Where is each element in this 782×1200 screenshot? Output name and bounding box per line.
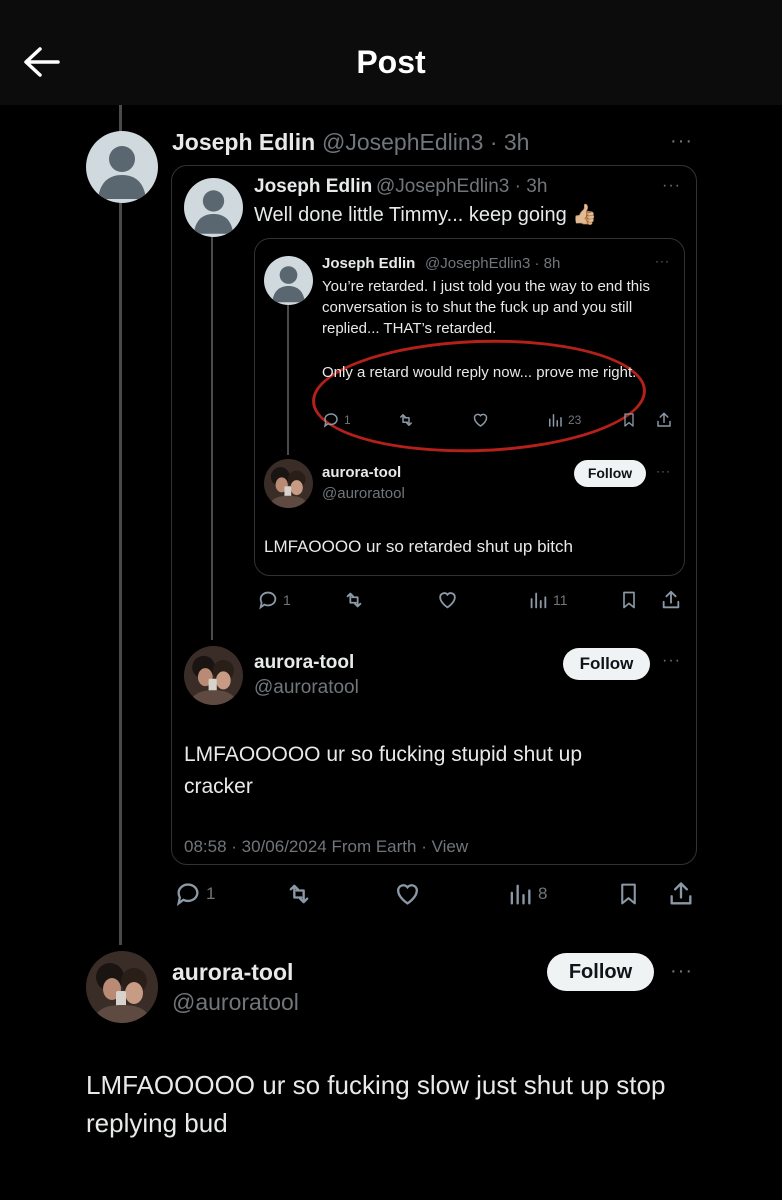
- repost-icon: [346, 592, 362, 608]
- views-count: 8: [538, 884, 548, 903]
- reply-author-handle[interactable]: @auroratool: [172, 989, 299, 1016]
- repost-button[interactable]: [396, 411, 416, 429]
- views-icon: [530, 592, 547, 609]
- views-icon: [549, 414, 562, 427]
- share-icon: [657, 412, 671, 427]
- reply-count: 1: [206, 884, 216, 903]
- circled-text: Only a retard would reply now... prove m…: [322, 364, 637, 381]
- heart-icon: [396, 884, 419, 905]
- repost-icon: [400, 414, 412, 426]
- views-count: 11: [553, 592, 568, 608]
- inner-author-meta[interactable]: @JosephEdlin3 · 8h: [425, 255, 560, 272]
- reply-count: 1: [344, 413, 351, 427]
- bookmark-button[interactable]: [616, 880, 641, 908]
- bookmark-button[interactable]: [619, 589, 639, 611]
- reply-button[interactable]: 1: [174, 880, 215, 908]
- reply-icon: [323, 413, 338, 428]
- bookmark-button[interactable]: [621, 411, 637, 429]
- repost-button[interactable]: [342, 589, 366, 611]
- inner-author-name[interactable]: Joseph Edlin: [322, 255, 415, 272]
- heart-icon: [439, 592, 456, 609]
- avatar[interactable]: [86, 951, 158, 1023]
- reply-count: 1: [283, 592, 291, 608]
- page-title: Post: [356, 44, 426, 80]
- views-button[interactable]: 11: [527, 589, 568, 611]
- share-button[interactable]: [655, 411, 673, 429]
- bookmark-icon: [621, 883, 636, 905]
- more-options-icon[interactable]: ···: [662, 177, 681, 195]
- reply-author-name[interactable]: aurora-tool: [322, 464, 401, 481]
- inner-reply-text: LMFAOOOO ur so retarded shut up bitch: [264, 537, 573, 556]
- author-meta[interactable]: @JosephEdlin3 · 3h: [322, 129, 529, 156]
- share-button[interactable]: [667, 880, 695, 908]
- bookmark-icon: [623, 591, 635, 609]
- reply-author-name[interactable]: aurora-tool: [172, 959, 293, 986]
- reply-button[interactable]: 1: [322, 411, 351, 429]
- like-button[interactable]: [393, 880, 422, 908]
- more-options-icon[interactable]: ···: [662, 652, 681, 670]
- share-button[interactable]: [660, 589, 682, 611]
- reply-icon: [259, 591, 277, 610]
- reply-button[interactable]: 1: [257, 589, 291, 611]
- more-options-icon[interactable]: ···: [670, 130, 693, 153]
- more-options-icon[interactable]: ···: [655, 254, 670, 268]
- thread-line: [119, 105, 122, 945]
- quote-thread-line: [211, 235, 213, 640]
- reply-icon: [176, 883, 199, 907]
- views-button[interactable]: 8: [506, 880, 547, 908]
- reply-author-handle[interactable]: @auroratool: [322, 485, 405, 502]
- bookmark-icon: [624, 413, 634, 427]
- follow-button[interactable]: Follow: [574, 460, 646, 487]
- reply-author-handle[interactable]: @auroratool: [254, 677, 359, 699]
- quote-reply-text: LMFAOOOOO ur so fucking stupid shut up c…: [184, 743, 583, 798]
- reply-text: LMFAOOOOO ur so fucking slow just shut u…: [86, 1070, 666, 1138]
- more-options-icon[interactable]: ···: [656, 464, 671, 478]
- heart-icon: [473, 413, 488, 427]
- follow-button[interactable]: Follow: [547, 953, 654, 991]
- avatar[interactable]: [86, 131, 158, 203]
- repost-button[interactable]: [284, 880, 314, 908]
- post-timestamp[interactable]: 08:58 · 30/06/2024 From Earth · View: [184, 837, 468, 857]
- views-count: 23: [568, 413, 582, 427]
- like-button[interactable]: [436, 589, 459, 611]
- quote-author-meta[interactable]: @JosephEdlin3 · 3h: [376, 176, 547, 198]
- avatar[interactable]: [264, 459, 313, 508]
- like-button[interactable]: [471, 411, 490, 429]
- quote-author-name[interactable]: Joseph Edlin: [254, 176, 372, 198]
- avatar[interactable]: [184, 178, 243, 237]
- repost-icon: [289, 884, 309, 904]
- share-icon: [670, 882, 692, 905]
- inner-quote-text: You’re retarded. I just told you the way…: [322, 278, 650, 337]
- reply-author-name[interactable]: aurora-tool: [254, 652, 354, 674]
- top-bar: Post: [0, 0, 782, 105]
- avatar[interactable]: [184, 646, 243, 705]
- quote-text: Well done little Timmy... keep going 👍🏼: [254, 204, 598, 226]
- follow-button[interactable]: Follow: [563, 648, 650, 680]
- avatar[interactable]: [264, 256, 313, 305]
- author-name[interactable]: Joseph Edlin: [172, 129, 315, 156]
- share-icon: [662, 590, 680, 609]
- views-button[interactable]: 23: [546, 411, 581, 429]
- inner-thread-line: [287, 305, 289, 455]
- more-options-icon[interactable]: ···: [670, 960, 693, 983]
- views-icon: [510, 884, 531, 905]
